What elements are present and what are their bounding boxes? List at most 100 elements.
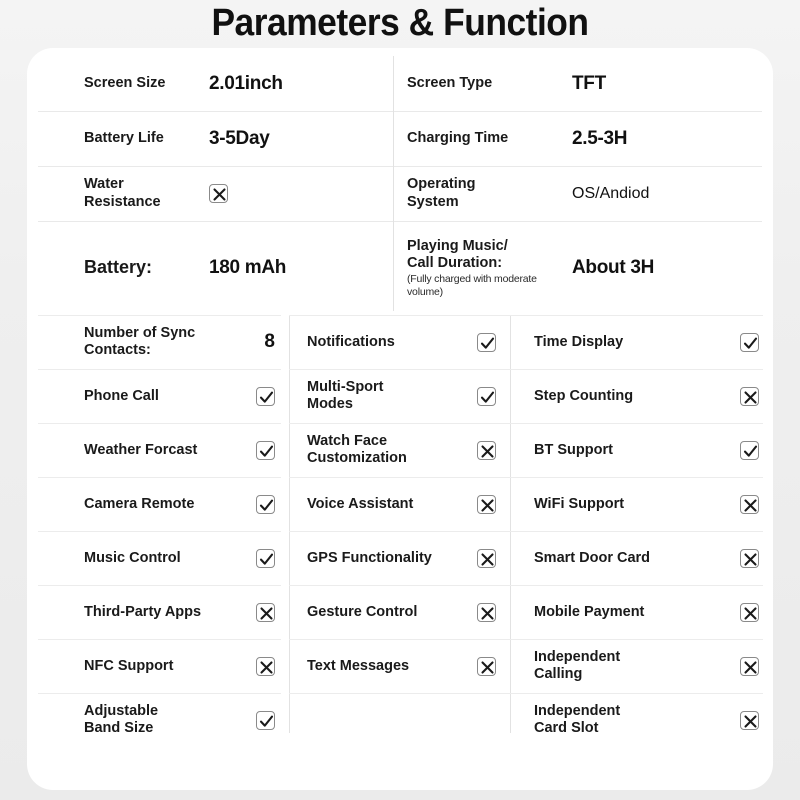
feature-row: Mobile Payment [510,585,773,639]
checkbox-crossed-icon [740,710,759,730]
feature-label: Voice Assistant [307,495,414,512]
spec-cell-battery-life: Battery Life 3-5Day [27,111,393,166]
spec-label: Water Resistance [84,176,161,210]
spec-card: Screen Size 2.01inch Screen Type TFT Bat… [27,48,773,790]
feature-label: Mobile Payment [534,603,645,620]
checkbox-crossed-icon [477,548,496,568]
feature-row: BT Support [510,423,773,477]
feature-row: Voice Assistant [289,477,510,531]
feature-row: Weather Forcast [38,423,289,477]
spec-row: Screen Size 2.01inch Screen Type TFT [27,56,773,111]
feature-row: Independent Card Slot [510,693,773,747]
spec-label-group: Playing Music/ Call Duration: (Fully cha… [407,221,572,315]
feature-row: Adjustable Band Size [38,693,289,747]
feature-column-3: Time Display Step Counting BT Support Wi… [510,315,773,747]
spec-row: Battery: 180 mAh Playing Music/ Call Dur… [27,221,773,315]
spec-cell-screen-size: Screen Size 2.01inch [27,56,393,111]
checkbox-checked-icon [477,386,496,406]
spec-label: Charging Time [407,129,509,146]
spec-row: Water Resistance Operating System OS/And… [27,166,773,221]
feature-row: Step Counting [510,369,773,423]
spec-value: OS/Andiod [572,184,650,202]
checkbox-checked-icon [256,386,275,406]
feature-row: Camera Remote [38,477,289,531]
spec-cell-playing-music-call-duration: Playing Music/ Call Duration: (Fully cha… [393,221,773,315]
spec-cell-charging-time: Charging Time 2.5-3H [393,111,773,166]
feature-label: Multi-Sport Modes [307,379,384,413]
spec-cell-water-resistance: Water Resistance [27,166,393,221]
spec-label: Battery: [84,257,153,278]
spec-value: 180 mAh [209,257,287,279]
feature-row: Text Messages [289,639,510,693]
checkbox-crossed-icon [256,602,275,622]
spec-cell-battery: Battery: 180 mAh [27,221,393,315]
feature-row-empty [289,693,510,747]
feature-label: GPS Functionality [307,549,432,566]
feature-label: Third-Party Apps [84,603,202,620]
feature-row: GPS Functionality [289,531,510,585]
checkbox-crossed-icon [740,602,759,622]
feature-label: BT Support [534,441,613,458]
spec-label: Playing Music/ Call Duration: [407,238,508,272]
feature-label: Number of Sync Contacts: [84,325,196,359]
spec-value: 3-5Day [209,127,270,149]
checkbox-crossed-icon [740,386,759,406]
spec-label: Battery Life [84,129,164,146]
checkbox-checked-icon [740,440,759,460]
checkbox-checked-icon [477,332,496,352]
spec-note: (Fully charged with moderate volume) [407,273,537,298]
feature-row: Number of Sync Contacts: 8 [38,315,289,369]
feature-label: Phone Call [84,387,159,404]
checkbox-crossed-icon [740,548,759,568]
feature-label: Watch Face Customization [307,433,407,467]
spec-value: 2.01inch [209,72,283,94]
feature-label: Weather Forcast [84,441,198,458]
feature-label: WiFi Support [534,495,625,512]
checkbox-crossed-icon [256,656,275,676]
checkbox-checked-icon [256,494,275,514]
feature-label: Time Display [534,333,624,350]
spec-value: About 3H [572,257,655,279]
checkbox-crossed-icon [740,656,759,676]
spec-cell-screen-type: Screen Type TFT [393,56,773,111]
checkbox-crossed-icon [740,494,759,514]
feature-row: Smart Door Card [510,531,773,585]
feature-label: Text Messages [307,657,410,674]
feature-column-1: Number of Sync Contacts: 8 Phone Call We… [27,315,289,747]
feature-row: Third-Party Apps [38,585,289,639]
feature-label: Notifications [307,333,395,350]
spec-label: Screen Size [84,74,166,91]
spec-value: TFT [572,72,606,94]
feature-label: Music Control [84,549,181,566]
spec-label: Operating System [407,176,476,210]
feature-label: Independent Calling [534,649,621,683]
checkbox-checked-icon [740,332,759,352]
feature-column-2: Notifications Multi-Sport Modes Watch Fa… [289,315,510,747]
checkbox-crossed-icon [477,440,496,460]
feature-row: Phone Call [38,369,289,423]
feature-value: 8 [264,331,275,353]
page-title: Parameters & Function [211,2,589,44]
feature-row: Independent Calling [510,639,773,693]
feature-label: Step Counting [534,387,634,404]
checkbox-checked-icon [256,440,275,460]
feature-row: Multi-Sport Modes [289,369,510,423]
feature-label: Adjustable Band Size [84,703,159,737]
checkbox-checked-icon [256,548,275,568]
checkbox-crossed-icon [477,602,496,622]
feature-label: NFC Support [84,657,174,674]
spec-label: Screen Type [407,74,493,91]
spec-row: Battery Life 3-5Day Charging Time 2.5-3H [27,111,773,166]
checkbox-checked-icon [256,710,275,730]
feature-label: Gesture Control [307,603,418,620]
feature-label: Independent Card Slot [534,703,621,737]
feature-row: WiFi Support [510,477,773,531]
feature-label: Camera Remote [84,495,195,512]
spec-value: 2.5-3H [572,127,628,149]
feature-row: Gesture Control [289,585,510,639]
checkbox-crossed-icon [477,656,496,676]
checkbox-crossed-icon [477,494,496,514]
feature-label: Smart Door Card [534,549,651,566]
feature-row: Watch Face Customization [289,423,510,477]
spec-cell-operating-system: Operating System OS/Andiod [393,166,773,221]
